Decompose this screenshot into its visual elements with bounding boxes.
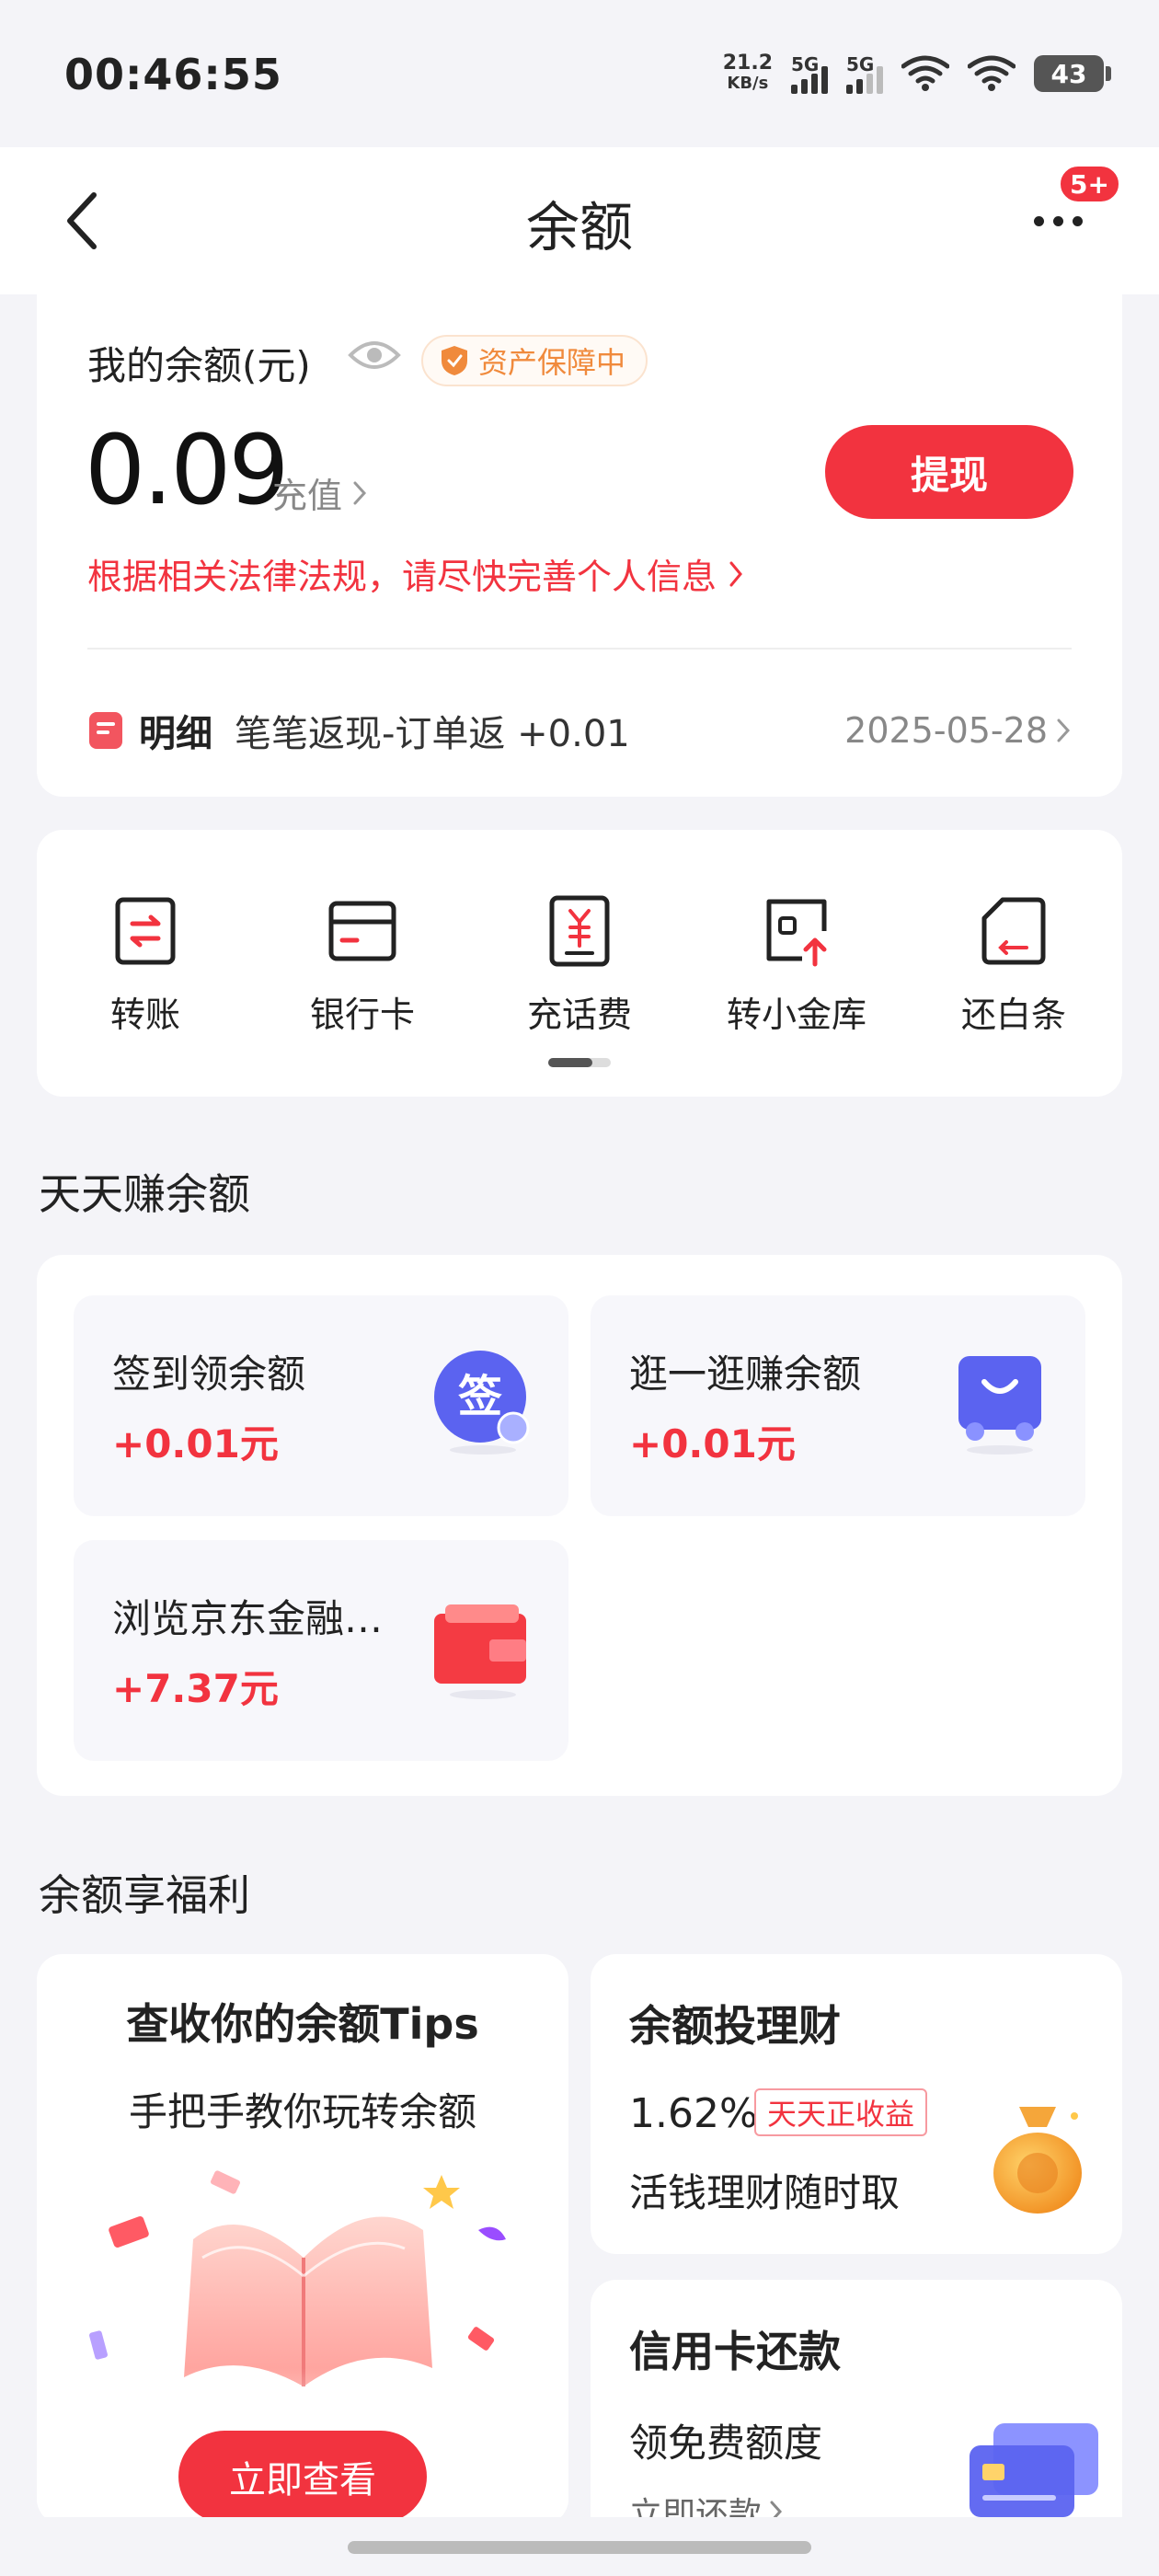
tool-label: 转小金库 [726, 995, 866, 1035]
notification-badge: 5+ [1058, 164, 1121, 204]
wallet-icon [434, 1604, 526, 1699]
detail-label: 明细 [139, 713, 212, 755]
earn-jd-finance-item[interactable]: 浏览京东金融… +7.37元 [74, 1540, 568, 1761]
signal-2-label: 5G [846, 53, 875, 75]
detail-doc-icon [89, 712, 122, 749]
network-speed-value: 21.2 [722, 52, 773, 75]
recharge-label: 充值 [272, 476, 343, 516]
signal-1-label: 5G [791, 53, 820, 75]
complete-info-link[interactable]: 根据相关法律法规，请尽快完善个人信息 [87, 548, 744, 599]
chevron-right-icon [1057, 719, 1071, 742]
transaction-detail-row[interactable]: 明细 笔笔返现-订单返 +0.01 2025-05-28 [87, 703, 1072, 758]
positive-return-tag: 天天正收益 [754, 2088, 928, 2136]
signal-icon: 5G [791, 53, 828, 94]
status-icons: 21.2 KB/s 5G 5G 43 [723, 53, 1111, 94]
transfer-icon [115, 897, 176, 965]
money-bag-icon [993, 2107, 1082, 2214]
invest-rate: 1.62% [629, 2090, 758, 2137]
network-speed: 21.2 KB/s [723, 53, 773, 94]
battery-icon: 43 [1034, 55, 1111, 92]
shopping-bag-icon [958, 1356, 1041, 1455]
wifi-icon [968, 55, 1016, 91]
recharge-link[interactable]: 充值 [272, 467, 368, 518]
earn-section-title: 天天赚余额 [39, 1169, 250, 1219]
detail-date: 2025-05-28 [844, 710, 1072, 751]
page-title: 余额 [525, 196, 633, 259]
more-dot-icon [1072, 215, 1083, 226]
invest-card[interactable]: 余额投理财 1.62% 天天正收益 活钱理财随时取 [591, 1954, 1122, 2254]
repay-baitiao-icon [981, 897, 1046, 965]
invest-title: 余额投理财 [629, 2001, 841, 2051]
detail-text: 笔笔返现-订单返 +0.01 [235, 713, 630, 755]
phone-recharge-icon [549, 895, 610, 967]
asset-protection-text: 资产保障中 [478, 345, 626, 380]
vault-transfer-icon [766, 899, 827, 967]
wifi-icon [901, 55, 949, 91]
balance-amount: 0.09 [85, 414, 290, 526]
earn-item-title: 浏览京东金融… [112, 1596, 384, 1641]
earn-item-title: 逛一逛赚余额 [629, 1351, 862, 1397]
credit-title: 信用卡还款 [629, 2327, 841, 2376]
quick-tools-card: 转账 银行卡 充话费 转小金库 还白条 [37, 830, 1122, 1097]
tool-bank-card[interactable]: 银行卡 [270, 894, 454, 1037]
more-dot-icon [1033, 215, 1044, 226]
complete-info-text: 根据相关法律法规，请尽快完善个人信息 [87, 557, 717, 597]
signal-icon: 5G [846, 53, 883, 94]
more-dot-icon [1052, 215, 1063, 226]
tool-label: 充话费 [526, 995, 632, 1035]
home-indicator[interactable] [348, 2541, 811, 2554]
invest-desc: 活钱理财随时取 [629, 2170, 901, 2215]
page-indicator [548, 1058, 611, 1067]
network-speed-unit: KB/s [727, 74, 769, 93]
checkin-sign-text: 签 [458, 1371, 502, 1422]
detail-date-text: 2025-05-28 [844, 710, 1048, 751]
earn-item-amount: +7.37元 [112, 1666, 279, 1711]
divider [87, 648, 1072, 650]
checkin-sign-icon: 签 [434, 1351, 530, 1455]
credit-card-repay-card[interactable]: 信用卡还款 领免费额度 立即还款 [591, 2280, 1122, 2556]
balance-tips-card[interactable]: 查收你的余额Tips 手把手教你玩转余额 立即查看 [37, 1954, 568, 2524]
credit-desc: 领免费额度 [629, 2421, 823, 2466]
balance-label: 我的余额(元) [87, 343, 311, 388]
eye-icon[interactable] [348, 337, 401, 374]
tips-subtitle: 手把手教你玩转余额 [128, 2089, 476, 2134]
earn-checkin-item[interactable]: 签到领余额 +0.01元 签 [74, 1295, 568, 1516]
nav-header: 余额 5+ [0, 147, 1159, 294]
earn-item-title: 签到领余额 [112, 1351, 306, 1397]
status-bar: 00:46:55 21.2 KB/s 5G 5G 43 [0, 0, 1159, 147]
chevron-right-icon [353, 481, 367, 504]
tool-transfer[interactable]: 转账 [53, 894, 237, 1037]
withdraw-button[interactable]: 提现 [825, 425, 1073, 519]
tool-repay-baitiao[interactable]: 还白条 [922, 894, 1106, 1037]
tool-label: 转账 [109, 995, 180, 1035]
bank-card-icon [328, 901, 396, 961]
tips-title: 查收你的余额Tips [126, 1999, 479, 2049]
chevron-right-icon [729, 561, 742, 586]
tool-phone-recharge[interactable]: 充话费 [488, 894, 671, 1037]
earn-item-amount: +0.01元 [112, 1421, 279, 1466]
benefits-section-title: 余额享福利 [39, 1870, 250, 1920]
earn-browse-item[interactable]: 逛一逛赚余额 +0.01元 [591, 1295, 1085, 1516]
earn-card: 签到领余额 +0.01元 签 逛一逛赚余额 +0.01元 浏览京东金融… +7.… [37, 1255, 1122, 1796]
shield-icon [442, 346, 467, 375]
view-now-button[interactable]: 立即查看 [178, 2431, 427, 2523]
tool-label: 还白条 [960, 995, 1066, 1035]
tool-vault-transfer[interactable]: 转小金库 [705, 894, 889, 1037]
earn-item-amount: +0.01元 [629, 1421, 796, 1466]
balance-card: 我的余额(元) 资产保障中 0.09 充值 提现 根据相关法律法规，请尽快完善个… [37, 276, 1122, 797]
asset-protection-tag[interactable]: 资产保障中 [421, 335, 648, 386]
status-time: 00:46:55 [64, 50, 282, 99]
tool-label: 银行卡 [309, 995, 415, 1035]
